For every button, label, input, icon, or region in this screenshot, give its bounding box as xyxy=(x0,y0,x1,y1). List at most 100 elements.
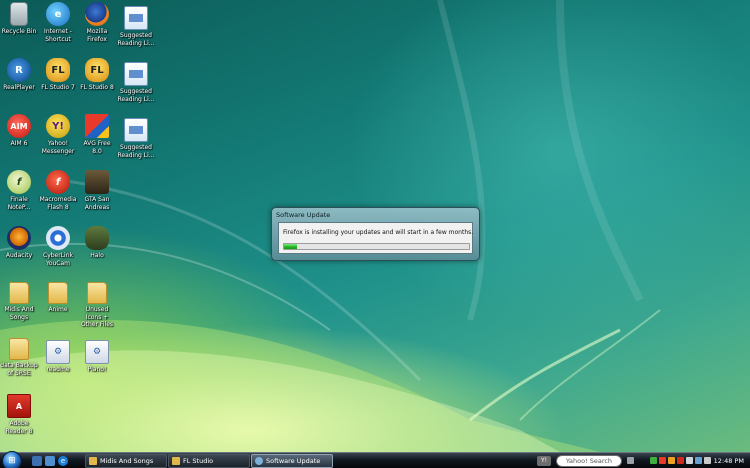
update-icon xyxy=(255,457,263,465)
desktop-icon-label: Mozilla Firefox xyxy=(86,28,108,43)
tray-network-icon[interactable] xyxy=(650,457,657,464)
avg-icon xyxy=(85,114,109,138)
taskbar-clock[interactable]: 12:48 PM xyxy=(714,453,744,468)
software-update-dialog[interactable]: Software Update Firefox is installing yo… xyxy=(271,207,480,261)
desktop-icon-anime[interactable]: Anime xyxy=(39,282,77,314)
desktop-icon-avg[interactable]: AVG Free 8.0 xyxy=(78,114,116,155)
gta-icon xyxy=(85,170,109,194)
desktop-icon-recycle-bin[interactable]: Recycle Bin xyxy=(0,2,38,36)
desktop-icon-fl-studio-8[interactable]: FL FL Studio 8 xyxy=(78,58,116,92)
internet-explorer-icon[interactable]: e xyxy=(58,456,68,466)
recycle-bin-icon xyxy=(10,2,28,26)
folder-icon xyxy=(48,282,68,304)
desktop-icon-macromedia-flash[interactable]: f Macromedia Flash 8 xyxy=(39,170,77,211)
desktop-icon-finale-notepad[interactable]: f Finale NoteP... xyxy=(0,170,38,211)
desktop-icon-halo[interactable]: Halo xyxy=(78,226,116,260)
desktop-icon-label: CyberLink YouCam xyxy=(43,252,73,267)
desktop-icon-midis-and-songs[interactable]: Midis And Songs xyxy=(0,282,38,321)
desktop-icon-label: Unused Icons + Other Files xyxy=(80,306,114,328)
tray-volume-icon[interactable] xyxy=(686,457,693,464)
installer-icon: ⚙ xyxy=(46,340,70,364)
tray-connection-icon[interactable] xyxy=(695,457,702,464)
desktop-icon-readme[interactable]: ⚙ readme xyxy=(39,340,77,374)
desktop-icon-internet-shortcut[interactable]: e Internet - Shortcut xyxy=(39,2,77,43)
desktop-icon-label: Suggested Reading Li... xyxy=(117,144,155,159)
desktop-icon-label: data Backup of SRSE xyxy=(0,362,38,377)
folder-icon xyxy=(87,282,107,304)
desktop-icon-cyberlink-youcam[interactable]: CyberLink YouCam xyxy=(39,226,77,267)
document-icon xyxy=(124,118,148,142)
tray-avg-icon[interactable] xyxy=(659,457,666,464)
aim-icon: AIM xyxy=(7,114,31,138)
youcam-icon xyxy=(46,226,70,250)
switch-windows-icon[interactable] xyxy=(45,456,55,466)
desktop-icon-label: Anime xyxy=(48,306,68,313)
start-button[interactable]: ⊞ xyxy=(2,451,22,468)
flash-icon: f xyxy=(46,170,70,194)
desktop-icon-label: FL Studio 8 xyxy=(80,84,114,91)
desktop-icon-unused-icons[interactable]: Unused Icons + Other Files xyxy=(78,282,116,329)
yahoo-toolbar-logo[interactable]: Y! xyxy=(537,456,551,466)
desktop-icon-label: FL Studio 7 xyxy=(41,84,75,91)
folder-icon xyxy=(89,457,97,465)
halo-icon xyxy=(85,226,109,250)
desktop-icon-audacity[interactable]: Audacity xyxy=(0,226,38,260)
fl-studio-icon: FL xyxy=(85,58,109,82)
firefox-icon xyxy=(85,2,109,26)
taskbar-button-software-update[interactable]: Software Update xyxy=(251,454,333,468)
dialog-content: Firefox is installing your updates and w… xyxy=(278,222,473,254)
taskbar-button-fl-studio[interactable]: FL Studio xyxy=(168,454,250,468)
tray-aim-icon[interactable] xyxy=(677,457,684,464)
taskbar-button-label: Midis And Songs xyxy=(100,457,154,465)
search-go-icon[interactable] xyxy=(627,457,634,464)
dialog-title[interactable]: Software Update xyxy=(276,210,330,220)
progress-fill xyxy=(284,244,297,249)
desktop-icon-label: GTA San Andreas xyxy=(84,196,110,211)
desktop-icon-label: readme xyxy=(46,366,70,373)
desktop-icon-suggested-reading-1[interactable]: Suggested Reading Li... xyxy=(117,6,155,47)
dialog-message: Firefox is installing your updates and w… xyxy=(283,229,474,236)
tray-speaker-icon[interactable] xyxy=(704,457,711,464)
tray-messenger-icon[interactable] xyxy=(668,457,675,464)
desktop-icon-mozilla-firefox[interactable]: Mozilla Firefox xyxy=(78,2,116,43)
document-icon xyxy=(124,62,148,86)
yahoo-search-input[interactable]: Yahoo! Search xyxy=(556,455,622,467)
desktop-icon-label: Adobe Reader 8 xyxy=(5,420,33,435)
desktop-icon-label: AIM 6 xyxy=(10,140,28,147)
desktop-icon-adobe-reader[interactable]: A Adobe Reader 8 xyxy=(0,394,38,435)
desktop-icon-fl-studio-7[interactable]: FL FL Studio 7 xyxy=(39,58,77,92)
desktop-icon-label: Finale NoteP... xyxy=(7,196,31,211)
desktop-icon-suggested-reading-2[interactable]: Suggested Reading Li... xyxy=(117,62,155,103)
taskbar-button-label: FL Studio xyxy=(183,457,214,465)
yahoo-messenger-icon: Y! xyxy=(46,114,70,138)
desktop-icon-label: Audacity xyxy=(5,252,33,259)
show-desktop-icon[interactable] xyxy=(32,456,42,466)
folder-icon xyxy=(172,457,180,465)
desktop-icon-label: Recycle Bin xyxy=(1,28,37,35)
desktop-icon-label: Halo xyxy=(90,252,104,259)
desktop-icon-aim[interactable]: AIM AIM 6 xyxy=(0,114,38,148)
update-progress-bar xyxy=(283,243,470,250)
desktop-icon-data-backup[interactable]: data Backup of SRSE xyxy=(0,338,38,377)
taskbar-button-label: Software Update xyxy=(266,457,321,465)
desktop-icon-label: Midis And Songs xyxy=(4,306,34,321)
desktop-icon-yahoo-messenger[interactable]: Y! Yahoo! Messenger xyxy=(39,114,77,155)
folder-icon xyxy=(9,282,29,304)
desktop-icon-piano[interactable]: ⚙ Piano! xyxy=(78,340,116,374)
desktop-icon-label: Yahoo! Messenger xyxy=(41,140,75,155)
folder-icon xyxy=(9,338,29,360)
desktop-icon-label: Macromedia Flash 8 xyxy=(39,196,77,211)
realplayer-icon: R xyxy=(7,58,31,82)
desktop-icon-suggested-reading-3[interactable]: Suggested Reading Li... xyxy=(117,118,155,159)
internet-explorer-icon: e xyxy=(46,2,70,26)
adobe-reader-icon: A xyxy=(7,394,31,418)
taskbar-button-midis-and-songs[interactable]: Midis And Songs xyxy=(85,454,167,468)
desktop-icon-label: RealPlayer xyxy=(3,84,35,91)
desktop-icon-label: Suggested Reading Li... xyxy=(117,88,155,103)
desktop-icon-label: Suggested Reading Li... xyxy=(117,32,155,47)
document-icon xyxy=(124,6,148,30)
fl-studio-icon: FL xyxy=(46,58,70,82)
desktop-icon-realplayer[interactable]: R RealPlayer xyxy=(0,58,38,92)
installer-icon: ⚙ xyxy=(85,340,109,364)
desktop-icon-gta-san-andreas[interactable]: GTA San Andreas xyxy=(78,170,116,211)
